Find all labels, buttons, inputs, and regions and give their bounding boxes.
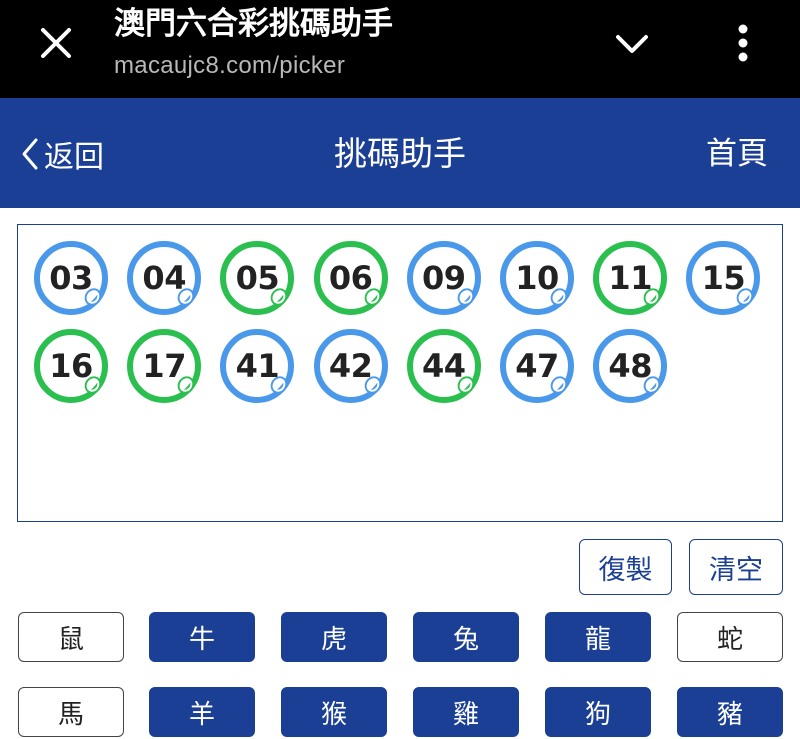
ball-number: 11 [608, 259, 652, 297]
chevron-down-icon [616, 35, 648, 53]
number-ball[interactable]: 04 [127, 241, 202, 315]
selected-numbers-panel: 03 04 05 06 09 10 11 15 16 17 41 42 44 47 48 [17, 224, 783, 522]
zodiac-button[interactable]: 猴 [281, 687, 387, 737]
zodiac-button[interactable]: 鼠 [18, 612, 124, 662]
ball-number: 10 [515, 259, 559, 297]
ball-number: 17 [142, 347, 186, 385]
number-ball[interactable]: 42 [313, 329, 388, 403]
expand-button[interactable] [606, 22, 658, 66]
home-link[interactable]: 首頁 [706, 132, 768, 176]
ball-number: 48 [608, 347, 652, 385]
chevron-left-icon [22, 138, 38, 170]
zodiac-button[interactable]: 蛇 [677, 612, 783, 662]
more-vertical-icon [738, 24, 748, 62]
zodiac-button[interactable]: 牛 [149, 612, 255, 662]
zodiac-button[interactable]: 狗 [545, 687, 651, 737]
zodiac-button[interactable]: 雞 [413, 687, 519, 737]
app-header: 返回 挑碼助手 首頁 [0, 98, 800, 208]
zodiac-button[interactable]: 龍 [545, 612, 651, 662]
back-button[interactable]: 返回 [20, 132, 104, 176]
number-ball[interactable]: 15 [686, 241, 761, 315]
number-ball[interactable]: 09 [406, 241, 481, 315]
number-ball[interactable]: 11 [593, 241, 668, 315]
back-label: 返回 [44, 140, 104, 175]
ball-number: 47 [515, 347, 559, 385]
ball-number: 15 [701, 259, 746, 297]
number-ball[interactable]: 06 [313, 241, 388, 315]
ball-number: 06 [328, 259, 373, 297]
ball-number: 42 [328, 347, 373, 385]
ball-number: 03 [49, 259, 93, 297]
zodiac-button[interactable]: 虎 [281, 612, 387, 662]
close-button[interactable] [28, 22, 84, 64]
number-ball[interactable]: 10 [500, 241, 574, 315]
number-ball[interactable]: 05 [220, 241, 295, 315]
zodiac-button[interactable]: 豬 [677, 687, 783, 737]
number-ball[interactable]: 16 [34, 329, 108, 403]
zodiac-button[interactable]: 羊 [149, 687, 255, 737]
ball-number: 16 [49, 347, 93, 385]
ball-number: 44 [422, 347, 466, 385]
clear-button[interactable]: 清空 [689, 539, 783, 595]
ball-number: 04 [142, 259, 186, 297]
number-ball[interactable]: 03 [34, 241, 108, 315]
browser-bar: 澳門六合彩挑碼助手 macaujc8.com/picker [0, 0, 800, 98]
zodiac-button[interactable]: 馬 [18, 687, 124, 737]
ball-number: 05 [235, 259, 280, 297]
number-ball[interactable]: 41 [220, 329, 295, 403]
close-icon [41, 28, 71, 58]
more-menu-button[interactable] [726, 20, 760, 66]
number-ball[interactable]: 44 [406, 329, 481, 403]
number-ball[interactable]: 17 [127, 329, 202, 403]
copy-button[interactable]: 復製 [579, 539, 672, 595]
ball-number: 09 [422, 259, 466, 297]
page-title: 挑碼助手 [334, 134, 466, 173]
ball-number: 41 [235, 347, 280, 385]
number-ball[interactable]: 48 [593, 329, 668, 403]
browser-page-title: 澳門六合彩挑碼助手 [114, 6, 393, 42]
zodiac-button[interactable]: 兔 [413, 612, 519, 662]
browser-url[interactable]: macaujc8.com/picker [114, 50, 345, 82]
number-ball[interactable]: 47 [500, 329, 574, 403]
